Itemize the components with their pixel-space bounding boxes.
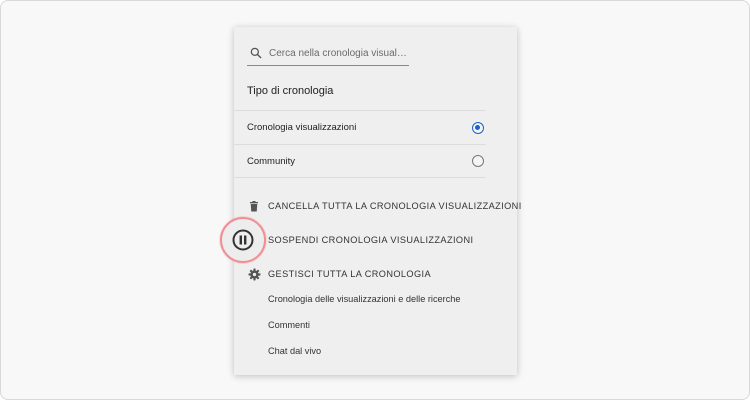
screenshot-frame: Cerca nella cronologia visualizz... Tipo… — [0, 0, 750, 400]
gear-icon — [247, 267, 261, 281]
clear-history-label: CANCELLA TUTTA LA CRONOLOGIA VISUALIZZAZ… — [268, 201, 522, 211]
search-icon — [249, 46, 263, 60]
manage-history-button[interactable]: GESTISCI TUTTA LA CRONOLOGIA — [247, 265, 431, 283]
search-box[interactable]: Cerca nella cronologia visualizz... — [247, 41, 409, 66]
radio-watch-history[interactable] — [472, 121, 484, 134]
option-label: Community — [247, 155, 296, 167]
pause-icon[interactable] — [231, 228, 255, 252]
search-input[interactable]: Cerca nella cronologia visualizz... — [269, 48, 409, 59]
link-comments[interactable]: Commenti — [268, 320, 310, 330]
history-type-option-watch[interactable]: Cronologia visualizzazioni — [234, 110, 486, 144]
pause-history-button[interactable]: SOSPENDI CRONOLOGIA VISUALIZZAZIONI — [247, 231, 473, 249]
radio-community[interactable] — [472, 155, 484, 167]
history-type-option-community[interactable]: Community — [234, 144, 486, 178]
history-panel: Cerca nella cronologia visualizz... Tipo… — [234, 27, 521, 375]
option-label: Cronologia visualizzazioni — [247, 122, 357, 133]
trash-icon — [247, 199, 261, 213]
clear-history-button[interactable]: CANCELLA TUTTA LA CRONOLOGIA VISUALIZZAZ… — [247, 197, 522, 215]
pause-history-label: SOSPENDI CRONOLOGIA VISUALIZZAZIONI — [268, 235, 474, 245]
history-type-title: Tipo di cronologia — [247, 85, 334, 97]
link-watch-search-history[interactable]: Cronologia delle visualizzazioni e delle… — [268, 294, 461, 304]
manage-history-label: GESTISCI TUTTA LA CRONOLOGIA — [268, 269, 431, 279]
link-live-chat[interactable]: Chat dal vivo — [268, 346, 321, 356]
pause-highlight-ring[interactable] — [220, 217, 266, 263]
